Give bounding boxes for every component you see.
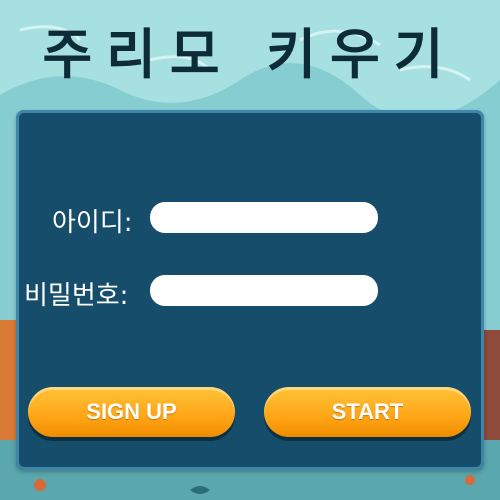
game-title: 주리모 키우기 xyxy=(42,23,458,86)
start-button[interactable]: START xyxy=(264,387,471,437)
password-label: 비밀번호: xyxy=(24,281,129,311)
login-panel: 아이디: 비밀번호: SIGN UP START xyxy=(16,110,484,470)
id-row: 아이디: xyxy=(52,202,133,239)
id-input[interactable] xyxy=(150,202,378,233)
id-label: 아이디: xyxy=(52,208,133,238)
signup-button[interactable]: SIGN UP xyxy=(28,387,235,437)
password-row: 비밀번호: xyxy=(24,275,128,312)
password-input[interactable] xyxy=(150,275,378,306)
